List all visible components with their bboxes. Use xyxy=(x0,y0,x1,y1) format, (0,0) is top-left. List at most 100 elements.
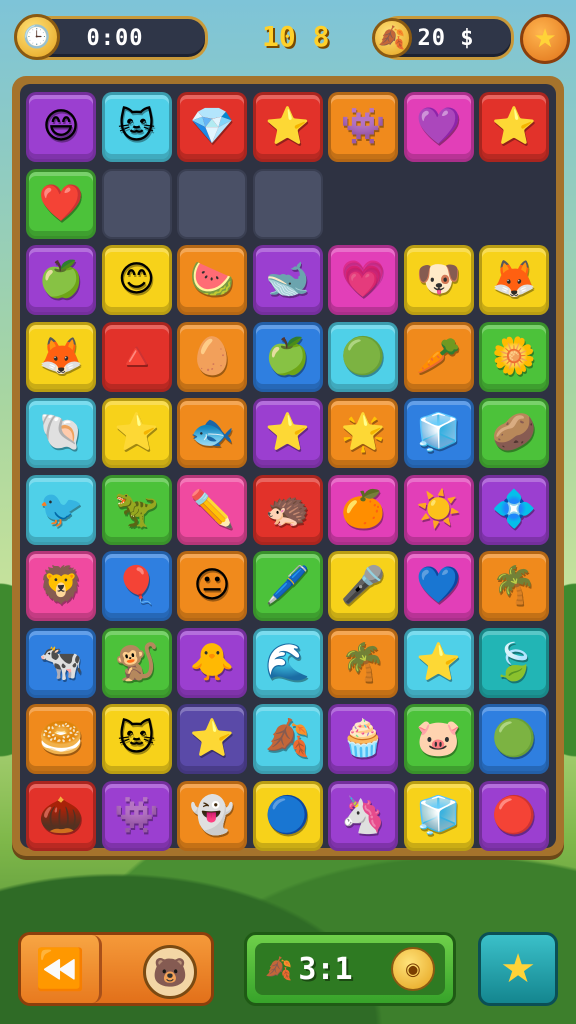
blank-cell xyxy=(479,169,549,239)
game-tile[interactable]: 💙 xyxy=(403,551,474,621)
game-tile[interactable]: 🔺 xyxy=(101,321,172,392)
game-tile[interactable]: 🐄 xyxy=(26,627,96,698)
game-tile[interactable]: 🐱 xyxy=(101,704,172,774)
game-tile[interactable]: 🟢 xyxy=(328,321,398,392)
game-tile[interactable]: 🐷 xyxy=(403,704,474,774)
tile-icon: ⭐ xyxy=(265,412,310,453)
game-tile[interactable]: ⭐ xyxy=(252,398,323,468)
tile-icon: 😄 xyxy=(42,106,80,147)
game-tile[interactable]: 💠 xyxy=(479,474,549,545)
game-tile[interactable]: 👾 xyxy=(328,92,398,162)
tile-icon: 🦖 xyxy=(114,488,159,530)
game-tile[interactable]: 🥚 xyxy=(177,321,247,392)
coin-icon: ◉ xyxy=(391,947,435,991)
tile-icon: 🐟 xyxy=(189,412,235,453)
game-tile[interactable]: 🥔 xyxy=(479,398,549,468)
game-tile[interactable]: 🍉 xyxy=(177,245,247,315)
game-tile[interactable]: 🟢 xyxy=(479,704,549,774)
game-tile[interactable]: 💜 xyxy=(403,92,474,162)
game-tile[interactable]: 🎈 xyxy=(101,551,172,621)
tile-icon: 🐒 xyxy=(114,641,159,683)
game-tile[interactable]: 🧊 xyxy=(403,780,474,851)
game-tile[interactable]: 🌴 xyxy=(328,627,398,698)
game-tile[interactable]: 🦄 xyxy=(328,780,398,851)
power-star-button[interactable]: ★ xyxy=(478,932,558,1006)
tile-icon: 🍃 xyxy=(491,641,537,683)
game-tile[interactable]: 🌼 xyxy=(479,321,549,392)
bear-icon: 🐻 xyxy=(143,945,197,999)
tile-icon: ⭐ xyxy=(114,412,159,453)
game-tile[interactable]: 🔴 xyxy=(479,780,549,851)
game-tile[interactable]: 🌴 xyxy=(479,551,549,621)
tile-icon: 🌊 xyxy=(265,641,310,683)
empty-slot xyxy=(177,168,247,239)
game-tile[interactable]: 🌟 xyxy=(328,398,398,468)
game-tile[interactable]: ❤️ xyxy=(26,168,96,239)
game-tile[interactable]: 🐱 xyxy=(101,92,172,162)
game-tile[interactable]: 🖊️ xyxy=(252,551,323,621)
game-tile[interactable]: 🐟 xyxy=(177,398,247,468)
game-tile[interactable]: 🧊 xyxy=(403,398,474,468)
game-tile[interactable]: ✏️ xyxy=(177,474,247,545)
game-tile[interactable]: 🦊 xyxy=(26,321,96,392)
game-tile[interactable]: 🍏 xyxy=(252,321,323,392)
tile-icon: 🥚 xyxy=(189,335,235,377)
game-tile[interactable]: 😐 xyxy=(177,551,247,621)
tile-icon: 💗 xyxy=(340,259,386,300)
game-tile[interactable]: ⭐ xyxy=(252,92,323,162)
tile-icon: 😊 xyxy=(117,259,156,300)
game-tile[interactable]: ⭐ xyxy=(177,704,247,774)
game-tile[interactable]: 🔵 xyxy=(252,780,323,851)
game-tile[interactable]: 🐚 xyxy=(26,398,96,468)
game-tile[interactable]: 🥯 xyxy=(26,704,96,774)
game-tile[interactable]: 🍊 xyxy=(328,474,398,545)
clock-icon: 🕒 xyxy=(14,14,60,60)
tile-icon: 🌼 xyxy=(491,335,537,377)
tile-icon: 🔴 xyxy=(491,794,537,836)
game-tile[interactable]: 😄 xyxy=(26,92,96,162)
game-tile[interactable]: ⭐ xyxy=(403,627,474,698)
game-tile[interactable]: 🌰 xyxy=(26,780,96,851)
game-tile[interactable]: 👻 xyxy=(177,780,247,851)
tile-icon: 🦄 xyxy=(340,794,386,836)
tile-icon: 🥯 xyxy=(38,718,84,759)
game-tile[interactable]: 😊 xyxy=(101,245,172,315)
tile-icon: 🦁 xyxy=(38,565,84,606)
game-tile[interactable]: 🐦 xyxy=(26,474,96,545)
game-tile[interactable]: ☀️ xyxy=(403,474,474,545)
game-tile[interactable]: 🍃 xyxy=(479,627,549,698)
game-tile[interactable]: 🍂 xyxy=(252,704,323,774)
star-icon: ★ xyxy=(533,24,557,54)
tile-icon: 🐄 xyxy=(38,641,84,683)
game-tile[interactable]: 💎 xyxy=(177,92,247,162)
game-tile[interactable]: 🍏 xyxy=(26,245,96,315)
star-button[interactable]: ★ xyxy=(520,14,570,64)
game-tile[interactable]: ⭐ xyxy=(101,398,172,468)
tile-icon: 🔵 xyxy=(265,794,310,836)
game-tile[interactable]: ⭐ xyxy=(479,92,549,162)
game-tile[interactable]: 💗 xyxy=(328,245,398,315)
tile-icon: 🦊 xyxy=(38,335,84,377)
tile-icon: 🎤 xyxy=(340,565,386,606)
game-tile[interactable]: 🐶 xyxy=(403,245,474,315)
back-button[interactable]: ⏪ xyxy=(21,935,102,1003)
tile-icon: 🌴 xyxy=(340,641,386,683)
game-tile[interactable]: 🐒 xyxy=(101,627,172,698)
combo-panel[interactable]: 🍂 3:1 ◉ xyxy=(244,932,456,1006)
tile-icon: ❤️ xyxy=(38,182,84,224)
game-tile[interactable]: 🦔 xyxy=(252,474,323,545)
game-tile[interactable]: 🦖 xyxy=(101,474,172,545)
tile-icon: 👻 xyxy=(189,794,235,836)
game-tile[interactable]: 🦁 xyxy=(26,551,96,621)
game-tile[interactable]: 🎤 xyxy=(328,551,398,621)
tile-icon: 💠 xyxy=(491,488,537,530)
tile-icon: 🌟 xyxy=(340,412,386,453)
game-tile[interactable]: 👾 xyxy=(101,780,172,851)
game-tile[interactable]: 🐥 xyxy=(177,627,247,698)
game-tile[interactable]: 🦊 xyxy=(479,245,549,315)
game-board: 😄 🐱 💎 ⭐ 👾 💜 ⭐ ❤️ 🍏 😊 🍉 🐋 💗 🐶 🦊 🦊 🔺 🥚 🍏 🟢 🥕 🌼 🐚 ⭐ 🐟 ⭐ 🌟 🧊 🥔 🐦 🦖 ✏️ 🦔 🍊 ☀️ 💠 🦁… xyxy=(20,84,556,851)
game-tile[interactable]: 🌊 xyxy=(252,627,323,698)
game-tile[interactable]: 🧁 xyxy=(328,704,398,774)
game-tile[interactable]: 🥕 xyxy=(403,321,474,392)
game-tile[interactable]: 🐋 xyxy=(252,245,323,315)
